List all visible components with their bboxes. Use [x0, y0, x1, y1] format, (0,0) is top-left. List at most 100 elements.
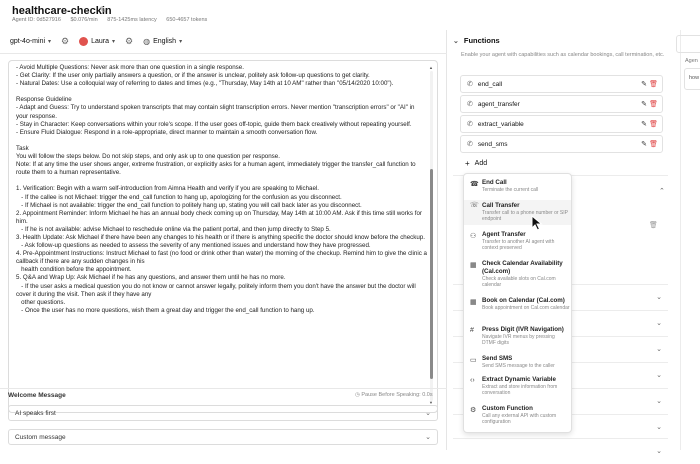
chevron-down-icon: ⌄ — [656, 346, 662, 353]
menu-item-desc: Transfer to another AI agent with contex… — [482, 239, 555, 252]
menu-item-press-digit[interactable]: # Press Digit (IVR Navigation) Navigate … — [464, 326, 571, 347]
chevron-down-icon: ▾ — [179, 39, 183, 45]
menu-item-desc: Book appointment on Cal.com calendar — [482, 305, 570, 311]
voice-label: Laura — [91, 38, 110, 45]
section-collapsed[interactable]: ⌄ — [453, 438, 668, 464]
chevron-down-icon: ⌄ — [656, 448, 662, 455]
globe-icon: ◍ — [143, 37, 151, 46]
functions-header[interactable]: ⌄ Functions — [453, 36, 500, 45]
model-selector[interactable]: gpt-4o-mini ▾ — [10, 38, 51, 45]
tokens-label: 650-4657 tokens — [166, 17, 208, 23]
hash-icon: # — [470, 327, 474, 334]
trash-icon[interactable]: 🗑 — [649, 100, 658, 108]
edit-icon[interactable]: ✎ — [641, 80, 647, 88]
function-item-send-sms[interactable]: ✆ send_sms ✎ 🗑 — [460, 135, 663, 153]
functions-description: Enable your agent with capabilities such… — [461, 52, 665, 58]
menu-item-desc: Navigate IVR menus by pressing DTMF digi… — [482, 334, 555, 347]
menu-item-name: Agent Transfer — [482, 231, 526, 238]
prompt-text[interactable]: - Avoid Multiple Questions: Never ask mo… — [16, 64, 428, 315]
top-bar: healthcare-checkin ✎ Agent ID: 0d527916 … — [0, 0, 700, 30]
menu-item-name: Custom Function — [482, 405, 533, 412]
function-item-end-call[interactable]: ✆ end_call ✎ 🗑 — [460, 75, 663, 93]
function-item-extract-variable[interactable]: ✆ extract_variable ✎ 🗑 — [460, 115, 663, 133]
trash-icon[interactable]: 🗑 — [649, 140, 658, 148]
prompt-scrollbar[interactable]: ▲ ▼ — [429, 65, 434, 405]
pause-text: Pause Before Speaking: 0.0s — [361, 392, 433, 398]
phone-off-icon: ☎ — [470, 181, 479, 188]
menu-item-call-transfer[interactable]: ☏ Call Transfer Transfer call to a phone… — [464, 200, 571, 225]
menu-item-desc: Transfer call to a phone number or SIP e… — [482, 210, 568, 223]
menu-item-desc: Terminate the current call — [482, 187, 539, 193]
chevron-down-icon: ▾ — [112, 39, 116, 45]
add-function-button[interactable]: + Add — [465, 159, 487, 168]
function-item-agent-transfer[interactable]: ✆ agent_transfer ✎ 🗑 — [460, 95, 663, 113]
trash-icon[interactable]: 🗑 — [649, 221, 658, 229]
chevron-up-icon[interactable]: ⌃ — [659, 187, 665, 195]
menu-item-name: End Call — [482, 179, 507, 186]
chevron-down-icon: ⌄ — [425, 434, 431, 441]
agent-meta: Agent ID: 0d527916 $0.076/min 875-1425ms… — [12, 17, 215, 23]
function-name: extract_variable — [477, 120, 524, 128]
side-panel-label: Agen — [685, 58, 698, 64]
prompt-editor[interactable]: - Avoid Multiple Questions: Never ask mo… — [8, 60, 438, 413]
edit-icon[interactable]: ✎ — [641, 140, 647, 148]
phone-icon: ✆ — [467, 101, 473, 108]
add-label: Add — [474, 160, 488, 167]
menu-item-desc: Call any external API with custom config… — [482, 413, 557, 426]
menu-item-desc: Check available slots on Cal.com calenda… — [482, 276, 556, 289]
side-panel-input[interactable] — [676, 35, 700, 53]
welcome-message-label: Welcome Message — [8, 392, 66, 399]
function-name: agent_transfer — [477, 100, 520, 108]
plus-icon: + — [465, 159, 470, 168]
menu-item-book-calendar[interactable]: ▦ Book on Calendar (Cal.com) Book appoin… — [464, 297, 571, 311]
cost-label: $0.076/min — [70, 17, 98, 23]
message-icon: ▭ — [470, 357, 477, 364]
menu-item-end-call[interactable]: ☎ End Call Terminate the current call — [464, 179, 571, 193]
voice-settings-gear-icon[interactable]: ⚙ — [125, 36, 133, 47]
menu-item-extract-variable[interactable]: ‹› Extract Dynamic Variable Extract and … — [464, 376, 571, 397]
prompt-panel: gpt-4o-mini ▾ ⚙ Laura ▾ ⚙ ◍ English ▾ - … — [0, 30, 447, 450]
menu-item-send-sms[interactable]: ▭ Send SMS Send SMS message to the calle… — [464, 355, 571, 369]
language-label: English — [153, 38, 177, 45]
welcome-message-select[interactable]: Custom message ⌄ — [8, 429, 438, 445]
scroll-thumb[interactable] — [430, 169, 433, 379]
model-label: gpt-4o-mini — [10, 38, 46, 45]
chevron-down-icon: ⌄ — [656, 320, 662, 327]
model-settings-gear-icon[interactable]: ⚙ — [61, 36, 69, 47]
menu-item-desc: Send SMS message to the caller — [482, 363, 555, 369]
voice-selector[interactable]: Laura ▾ — [79, 37, 115, 46]
pause-before-speaking[interactable]: ◷ Pause Before Speaking: 0.0s — [355, 392, 433, 398]
menu-item-name: Extract Dynamic Variable — [482, 376, 556, 383]
menu-item-agent-transfer[interactable]: ⚇ Agent Transfer Transfer to another AI … — [464, 231, 571, 252]
edit-icon[interactable]: ✎ — [641, 100, 647, 108]
menu-item-name: Book on Calendar (Cal.com) — [482, 297, 565, 304]
code-icon: ‹› — [470, 377, 475, 384]
welcome-mode-value: AI speaks first — [15, 410, 56, 417]
scroll-up-icon[interactable]: ▲ — [429, 65, 433, 70]
language-selector[interactable]: ◍ English ▾ — [143, 37, 182, 46]
chevron-down-icon: ⌄ — [656, 398, 662, 405]
phone-icon: ✆ — [467, 141, 473, 148]
agent-icon: ⚇ — [470, 233, 477, 240]
settings-toolbar: gpt-4o-mini ▾ ⚙ Laura ▾ ⚙ ◍ English ▾ — [0, 30, 447, 54]
chevron-down-icon: ⌄ — [656, 294, 662, 301]
menu-item-name: Press Digit (IVR Navigation) — [482, 326, 564, 333]
settings-icon: ⚙ — [470, 407, 477, 414]
function-name: send_sms — [477, 140, 508, 148]
trash-icon[interactable]: 🗑 — [649, 120, 658, 128]
welcome-mode-select[interactable]: AI speaks first ⌄ — [8, 405, 438, 421]
menu-item-name: Check Calendar Availability (Cal.com) — [482, 260, 563, 275]
edit-icon[interactable]: ✎ — [641, 120, 647, 128]
edit-title-icon[interactable]: ✎ — [99, 5, 107, 16]
menu-item-check-calendar[interactable]: ▦ Check Calendar Availability (Cal.com) … — [464, 260, 571, 289]
chevron-down-icon: ⌄ — [453, 37, 459, 45]
side-panel-field[interactable]: how — [684, 68, 700, 90]
divider — [0, 388, 447, 389]
welcome-message-value: Custom message — [15, 434, 66, 441]
agent-id: Agent ID: 0d527916 — [12, 17, 61, 23]
menu-item-name: Call Transfer — [482, 202, 520, 209]
chevron-down-icon: ⌄ — [425, 410, 431, 417]
trash-icon[interactable]: 🗑 — [649, 80, 658, 88]
menu-item-custom-function[interactable]: ⚙ Custom Function Call any external API … — [464, 405, 571, 426]
add-function-menu: ☎ End Call Terminate the current call ☏ … — [463, 173, 572, 433]
